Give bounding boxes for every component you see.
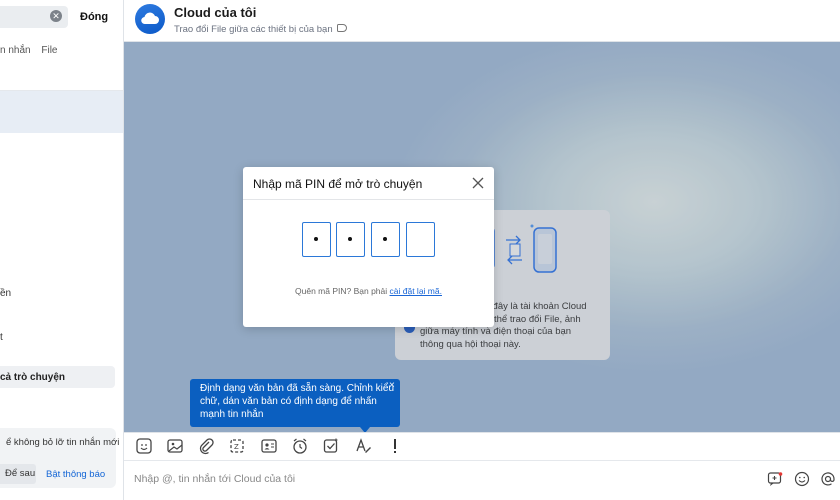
cloud-avatar[interactable] [135, 4, 165, 34]
tag-icon[interactable] [337, 24, 347, 32]
chat-title: Cloud của tôi [174, 5, 257, 20]
svg-text:Z: Z [234, 443, 239, 451]
pin-dialog: Nhập mã PIN để mở trò chuyện Quên mã PIN… [243, 167, 494, 327]
sidebar-item-a[interactable]: ền [0, 288, 11, 299]
close-icon[interactable] [471, 176, 485, 190]
tooltip-line: mạnh tin nhắn [200, 409, 264, 420]
pin-digit-2[interactable] [336, 222, 365, 257]
text-format-icon[interactable] [354, 437, 372, 455]
contact-card-icon[interactable] [260, 437, 278, 455]
clear-search-icon[interactable]: ✕ [50, 10, 62, 22]
emoji-icon[interactable] [794, 471, 810, 487]
quick-message-icon[interactable] [767, 471, 783, 487]
pin-digit-3[interactable] [371, 222, 400, 257]
tooltip-close-button[interactable]: × [389, 380, 395, 391]
filter-tab-file[interactable]: File [41, 45, 57, 56]
mention-icon[interactable] [820, 471, 836, 487]
task-checkbox-icon[interactable] [322, 437, 340, 455]
sidebar-item-b[interactable]: t [0, 332, 3, 343]
reset-pin-link[interactable]: cài đặt lại mã. [390, 286, 442, 296]
pin-digit-1[interactable] [302, 222, 331, 257]
screenshot-icon[interactable]: Z [228, 437, 246, 455]
pin-dialog-title: Nhập mã PIN để mở trò chuyện [253, 177, 423, 191]
cloud-icon [141, 12, 159, 25]
filter-tab-messages[interactable]: n nhắn [0, 45, 31, 56]
sidebar-group-label: cả trò chuyện [0, 372, 66, 383]
pin-dot [383, 237, 387, 241]
divider [0, 90, 123, 91]
notification-text: ể không bỏ lỡ tin nhắn mới [6, 437, 120, 448]
filter-tabs: n nhắn File [0, 45, 66, 56]
forgot-pin-text: Quên mã PIN? Bạn phải cài đặt lại mã. [243, 286, 494, 296]
attachment-icon[interactable] [197, 437, 215, 455]
message-input[interactable] [134, 470, 734, 488]
formatting-tooltip: Định dạng văn bản đã sẵn sàng. Chỉnh kiể… [190, 379, 400, 427]
selected-conversation[interactable] [0, 91, 123, 133]
close-search-button[interactable]: Đóng [80, 11, 108, 23]
divider [243, 199, 494, 200]
pin-dot [348, 237, 352, 241]
conversation-sidebar: ✕ Đóng n nhắn File ền t cả trò chuyện ể … [0, 0, 124, 500]
pin-dot [314, 237, 318, 241]
forgot-pin-prefix: Quên mã PIN? Bạn phải [295, 286, 390, 296]
tooltip-line: chữ, dán văn bản có định dạng để nhấn [200, 396, 377, 407]
enable-notifications-button[interactable]: Bật thông báo [46, 469, 105, 480]
pin-digit-4[interactable] [406, 222, 435, 257]
divider [124, 460, 840, 461]
later-button[interactable]: Để sau [0, 464, 36, 484]
image-icon[interactable] [166, 437, 184, 455]
chat-subtitle: Trao đổi File giữa các thiết bị của bạn [174, 24, 333, 35]
reminder-clock-icon[interactable] [291, 437, 309, 455]
urgent-mark-icon[interactable] [386, 437, 404, 455]
tooltip-line: Định dạng văn bản đã sẵn sàng. Chỉnh kiể… [200, 383, 395, 394]
sticker-icon[interactable] [135, 437, 153, 455]
